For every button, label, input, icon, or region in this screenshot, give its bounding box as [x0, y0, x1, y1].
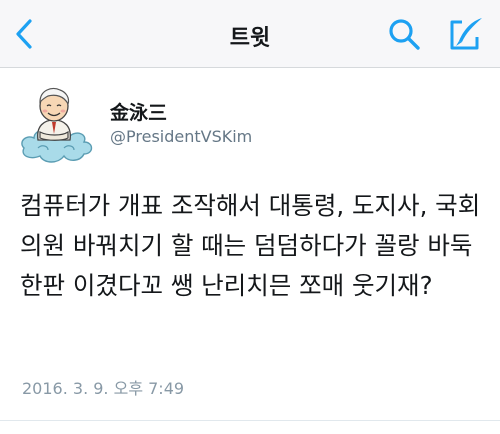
- tweet-text: 컴퓨터가 개표 조작해서 대통령, 도지사, 국회의원 바꿔치기 할 때는 덤덤…: [20, 191, 481, 300]
- search-button[interactable]: [387, 17, 423, 53]
- search-icon: [389, 19, 420, 50]
- compose-tweet-button[interactable]: [446, 15, 486, 53]
- avatar[interactable]: [18, 82, 98, 166]
- navigation-bar: 트윗: [0, 0, 500, 68]
- caricature-avatar-image: [21, 87, 93, 163]
- tweet-timestamp[interactable]: 2016. 3. 9. 오후 7:49: [22, 375, 184, 399]
- author-name[interactable]: 金泳三: [110, 98, 167, 125]
- compose-icon: [450, 18, 482, 50]
- divider: [0, 420, 500, 421]
- page-title: 트윗: [229, 26, 271, 51]
- author-handle[interactable]: @PresidentVSKim: [110, 127, 252, 146]
